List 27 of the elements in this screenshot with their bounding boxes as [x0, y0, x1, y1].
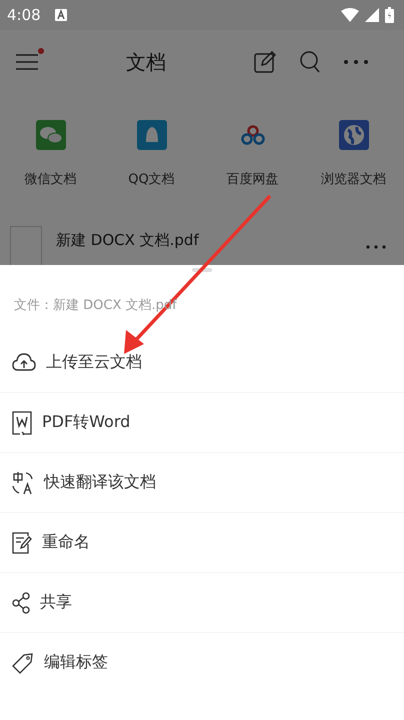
cloud-upload-icon	[12, 353, 36, 371]
translate-icon	[12, 470, 34, 494]
more-icon[interactable]	[344, 60, 368, 64]
shortcut-label[interactable]: 微信文档	[24, 170, 76, 188]
search-icon[interactable]	[300, 51, 320, 73]
shortcut-label[interactable]: 百度网盘	[226, 170, 278, 188]
penguin-icon[interactable]	[136, 120, 166, 150]
tag-icon	[12, 652, 34, 674]
status-time: 4:08	[7, 6, 41, 24]
more-icon[interactable]	[366, 245, 386, 249]
menu-icon[interactable]	[16, 54, 38, 70]
shortcut-label[interactable]: QQ文档	[128, 170, 175, 188]
word-document-icon	[12, 410, 32, 434]
file-name[interactable]: 新建 DOCX 文档.pdf	[56, 230, 199, 250]
wifi-icon	[341, 8, 359, 22]
chat-bubbles-icon[interactable]	[36, 120, 66, 150]
edit-note-icon	[12, 532, 32, 554]
share-icon	[12, 592, 30, 614]
shortcut-label[interactable]: 浏览器文档	[321, 170, 386, 188]
globe-icon[interactable]	[338, 120, 368, 150]
battery-icon	[385, 7, 394, 23]
drag-handle[interactable]	[192, 268, 212, 272]
edit-icon[interactable]	[254, 51, 276, 73]
signal-icon	[365, 8, 379, 22]
page-title: 文档	[126, 48, 167, 76]
notification-icon	[54, 9, 67, 21]
file-thumbnail[interactable]	[10, 226, 42, 265]
